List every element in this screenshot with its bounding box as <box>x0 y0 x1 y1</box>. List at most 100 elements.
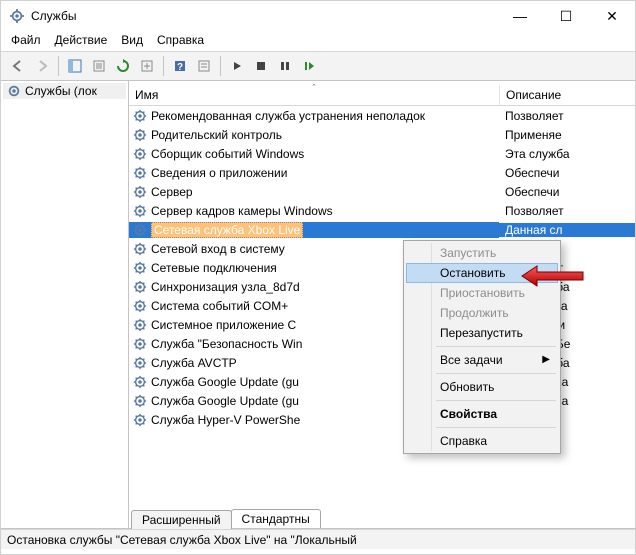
list-pane: ˆ Имя Описание Рекомендованная служба ус… <box>129 81 635 528</box>
gear-icon <box>133 223 147 237</box>
column-name[interactable]: ˆ Имя <box>129 85 499 105</box>
tree-root-label: Службы (лок <box>25 84 97 98</box>
gear-icon <box>133 413 147 427</box>
cm-properties[interactable]: Свойства <box>406 404 558 424</box>
stop-service-button[interactable] <box>250 55 272 77</box>
gear-icon <box>133 375 147 389</box>
maximize-button[interactable]: ☐ <box>543 1 589 31</box>
properties-button[interactable] <box>88 55 110 77</box>
service-name: Служба "Безопасность Win <box>151 337 302 351</box>
gear-icon <box>133 109 147 123</box>
list-header: ˆ Имя Описание <box>129 81 635 106</box>
gear-icon <box>133 128 147 142</box>
back-button[interactable] <box>7 55 29 77</box>
column-desc-label: Описание <box>506 88 561 102</box>
help-button[interactable]: ? <box>169 55 191 77</box>
svg-text:?: ? <box>177 62 183 73</box>
service-name: Система событий COM+ <box>151 299 288 313</box>
table-row[interactable]: Сервер Обеспечи <box>129 182 635 201</box>
service-desc: Обеспечи <box>499 185 635 199</box>
minimize-button[interactable]: — <box>497 1 543 31</box>
gear-icon <box>7 84 21 98</box>
service-name: Служба Google Update (gu <box>151 394 299 408</box>
table-row[interactable]: Сетевая служба Xbox Live Данная сл <box>129 220 635 239</box>
main-area: Службы (лок ˆ Имя Описание Рекомендованн… <box>1 81 635 529</box>
column-name-label: Имя <box>135 88 158 102</box>
forward-button[interactable] <box>31 55 53 77</box>
column-desc[interactable]: Описание <box>499 85 635 105</box>
menu-help[interactable]: Справка <box>157 33 204 47</box>
submenu-arrow-icon: ▶ <box>542 354 550 365</box>
tree-pane[interactable]: Службы (лок <box>1 81 129 528</box>
service-name: Системное приложение С <box>151 318 296 332</box>
list-body[interactable]: Рекомендованная служба устранения непола… <box>129 106 635 505</box>
cm-help[interactable]: Справка <box>406 431 558 451</box>
table-row[interactable]: Сервер кадров камеры WindowsПозволяет <box>129 201 635 220</box>
menubar: Файл Действие Вид Справка <box>1 31 635 51</box>
menu-action[interactable]: Действие <box>55 33 108 47</box>
toolbar: ? <box>1 51 635 81</box>
cm-all-tasks[interactable]: Все задачи ▶ <box>406 350 558 370</box>
tab-extended[interactable]: Расширенный <box>131 510 232 529</box>
cm-start: Запустить <box>406 243 558 263</box>
export-button[interactable] <box>136 55 158 77</box>
start-service-button[interactable] <box>226 55 248 77</box>
context-menu: Запустить Остановить Приостановить Продо… <box>403 240 561 454</box>
service-name: Сетевой вход в систему <box>151 242 285 256</box>
properties2-button[interactable] <box>193 55 215 77</box>
refresh-button[interactable] <box>112 55 134 77</box>
service-desc: Данная сл <box>499 223 635 237</box>
gear-icon <box>133 356 147 370</box>
service-desc: Позволяет <box>499 109 635 123</box>
gear-icon <box>133 166 147 180</box>
tree-root-item[interactable]: Службы (лок <box>3 83 126 99</box>
restart-service-button[interactable] <box>298 55 320 77</box>
services-app-icon <box>9 8 25 24</box>
service-desc: Применяе <box>499 128 635 142</box>
cm-refresh[interactable]: Обновить <box>406 377 558 397</box>
table-row[interactable]: Сборщик событий Windows Эта служба <box>129 144 635 163</box>
view-tabs: Расширенный Стандартны <box>129 505 635 528</box>
pause-service-button[interactable] <box>274 55 296 77</box>
gear-icon <box>133 299 147 313</box>
table-row[interactable]: Родительский контроль Применяе <box>129 125 635 144</box>
service-desc: Обеспечи <box>499 166 635 180</box>
service-name: Сетевые подключения <box>151 261 277 275</box>
service-name: Сетевая служба Xbox Live <box>151 222 303 238</box>
status-bar: Остановка службы "Сетевая служба Xbox Li… <box>1 529 635 549</box>
service-desc: Эта служба <box>499 147 635 161</box>
cm-all-tasks-label: Все задачи <box>440 353 503 367</box>
service-name: Служба Hyper-V PowerShe <box>151 413 300 427</box>
table-row[interactable]: Рекомендованная служба устранения непола… <box>129 106 635 125</box>
gear-icon <box>133 242 147 256</box>
service-name: Синхронизация узла_8d7d <box>151 280 300 294</box>
service-name: Родительский контроль <box>151 128 282 142</box>
gear-icon <box>133 185 147 199</box>
window-title: Службы <box>31 9 497 23</box>
cm-pause: Приостановить <box>406 283 558 303</box>
cm-resume: Продолжить <box>406 303 558 323</box>
tab-standard[interactable]: Стандартны <box>231 509 321 528</box>
status-text: Остановка службы "Сетевая служба Xbox Li… <box>7 533 357 547</box>
close-button[interactable]: ✕ <box>589 1 635 31</box>
service-name: Сведения о приложении <box>151 166 287 180</box>
service-name: Рекомендованная служба устранения непола… <box>151 109 425 123</box>
service-name: Сборщик событий Windows <box>151 147 304 161</box>
gear-icon <box>133 147 147 161</box>
gear-icon <box>133 261 147 275</box>
cm-stop[interactable]: Остановить <box>406 263 558 283</box>
show-hide-tree-button[interactable] <box>64 55 86 77</box>
table-row[interactable]: Сведения о приложении Обеспечи <box>129 163 635 182</box>
menu-file[interactable]: Файл <box>11 33 41 47</box>
service-name: Сервер <box>151 185 193 199</box>
service-name: Служба AVCTP <box>151 356 237 370</box>
cm-restart[interactable]: Перезапустить <box>406 323 558 343</box>
menu-view[interactable]: Вид <box>121 33 143 47</box>
service-name: Сервер кадров камеры Windows <box>151 204 333 218</box>
titlebar: Службы — ☐ ✕ <box>1 1 635 31</box>
service-name: Служба Google Update (gu <box>151 375 299 389</box>
gear-icon <box>133 318 147 332</box>
sort-asc-icon: ˆ <box>313 83 316 93</box>
gear-icon <box>133 394 147 408</box>
gear-icon <box>133 280 147 294</box>
